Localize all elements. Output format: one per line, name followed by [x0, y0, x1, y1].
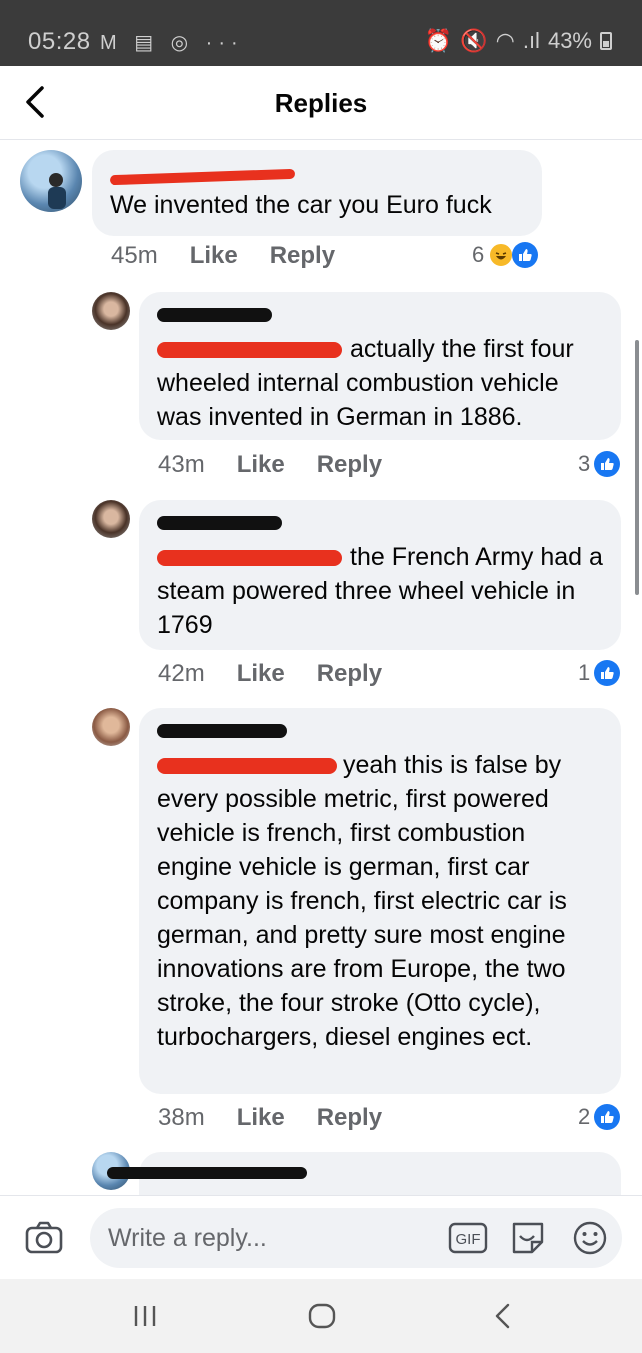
comment-text: the French Army had a steam powered thre… [157, 543, 603, 639]
reply-button[interactable]: Reply [317, 1104, 382, 1132]
emoji-icon[interactable] [572, 1220, 608, 1256]
mention-redacted [157, 342, 342, 359]
page-title: Replies [274, 88, 368, 118]
system-icons: ⏰ 🔇 ◠ .ıl 43% [425, 28, 612, 54]
mention-redacted [157, 758, 337, 775]
comment-time: 42m [158, 660, 205, 687]
reply-button[interactable]: Reply [317, 660, 382, 688]
like-button[interactable]: Like [237, 451, 285, 479]
wifi-icon: ◠ [495, 28, 515, 53]
comment-bubble: We invented the car you Euro fuck [92, 150, 542, 236]
status-bar: 05:28 M ▤ ◎ ··· ⏰ 🔇 ◠ .ıl 43% [0, 0, 642, 66]
mute-icon: 🔇 [460, 28, 488, 53]
reaction-summary[interactable]: 6 [472, 242, 539, 268]
gif-icon[interactable]: GIF [448, 1222, 488, 1254]
reaction-count: 2 [578, 1104, 591, 1129]
notification-icons: M ▤ ◎ ··· [100, 32, 244, 54]
reply-button[interactable]: Reply [270, 242, 335, 270]
avatar[interactable] [92, 500, 130, 538]
battery-icon [600, 32, 612, 50]
avatar-person-icon [48, 173, 66, 209]
avatar[interactable] [92, 708, 130, 746]
signal-icon: .ıl [522, 28, 540, 53]
like-reaction-icon [594, 1104, 621, 1130]
author-name-redacted [107, 1166, 603, 1186]
comment-text: We invented the car you Euro fuck [110, 191, 492, 219]
replies-feed[interactable]: We invented the car you Euro fuck 45m Li… [0, 140, 642, 1195]
like-button[interactable]: Like [190, 242, 238, 270]
home-icon[interactable] [306, 1299, 338, 1333]
like-reaction-icon [594, 660, 621, 686]
comment-time: 45m [111, 242, 158, 269]
comment-bubble: the French Army had a steam powered thre… [139, 500, 621, 650]
reaction-summary[interactable]: 1 [578, 660, 621, 686]
comment-actions: 45m Like Reply [111, 242, 335, 270]
like-button[interactable]: Like [237, 1104, 285, 1132]
comment-text: yeah this is false by every possible met… [157, 751, 567, 1051]
sticker-icon[interactable] [510, 1220, 546, 1256]
haha-reaction-icon [488, 242, 515, 268]
reply-input[interactable]: Write a reply... GIF [90, 1208, 622, 1268]
reaction-count: 6 [472, 242, 485, 267]
comment-bubble: yeah this is false by every possible met… [139, 708, 621, 1094]
reaction-count: 1 [578, 660, 591, 685]
camera-icon[interactable] [24, 1220, 64, 1256]
svg-text:GIF: GIF [456, 1231, 481, 1248]
mention-redacted [157, 550, 342, 567]
system-nav-bar [0, 1279, 642, 1353]
comment-actions: 38m Like Reply [158, 1104, 382, 1132]
system-back-icon[interactable] [488, 1299, 518, 1333]
avatar[interactable] [20, 150, 82, 212]
author-name-redacted [109, 168, 524, 185]
reaction-count: 3 [578, 451, 591, 476]
alarm-icon: ⏰ [424, 28, 453, 53]
like-reaction-icon [594, 451, 621, 477]
battery-percent: 43% [547, 28, 592, 53]
avatar[interactable] [92, 292, 130, 330]
comment-time: 43m [158, 451, 205, 478]
like-reaction-icon [512, 242, 539, 268]
comment-time: 38m [158, 1104, 205, 1131]
comment-actions: 42m Like Reply [158, 660, 382, 688]
comment-text: actually the first four wheeled internal… [157, 335, 574, 431]
reaction-summary[interactable]: 3 [578, 451, 621, 477]
reaction-summary[interactable]: 2 [578, 1104, 621, 1130]
reply-composer: Write a reply... GIF [0, 1195, 642, 1279]
comment-actions: 43m Like Reply [158, 451, 382, 479]
author-name-redacted [157, 724, 603, 740]
status-time: 05:28 [28, 28, 91, 55]
reply-placeholder: Write a reply... [108, 1224, 267, 1252]
app-header: Replies [0, 66, 642, 140]
scrollbar[interactable] [635, 340, 639, 595]
comment-bubble [107, 1152, 621, 1195]
author-name-redacted [157, 308, 603, 324]
comment-bubble: actually the first four wheeled internal… [139, 292, 621, 440]
like-button[interactable]: Like [237, 660, 285, 688]
reply-button[interactable]: Reply [317, 451, 382, 479]
recent-apps-icon[interactable] [130, 1299, 160, 1333]
author-name-redacted [157, 516, 603, 532]
